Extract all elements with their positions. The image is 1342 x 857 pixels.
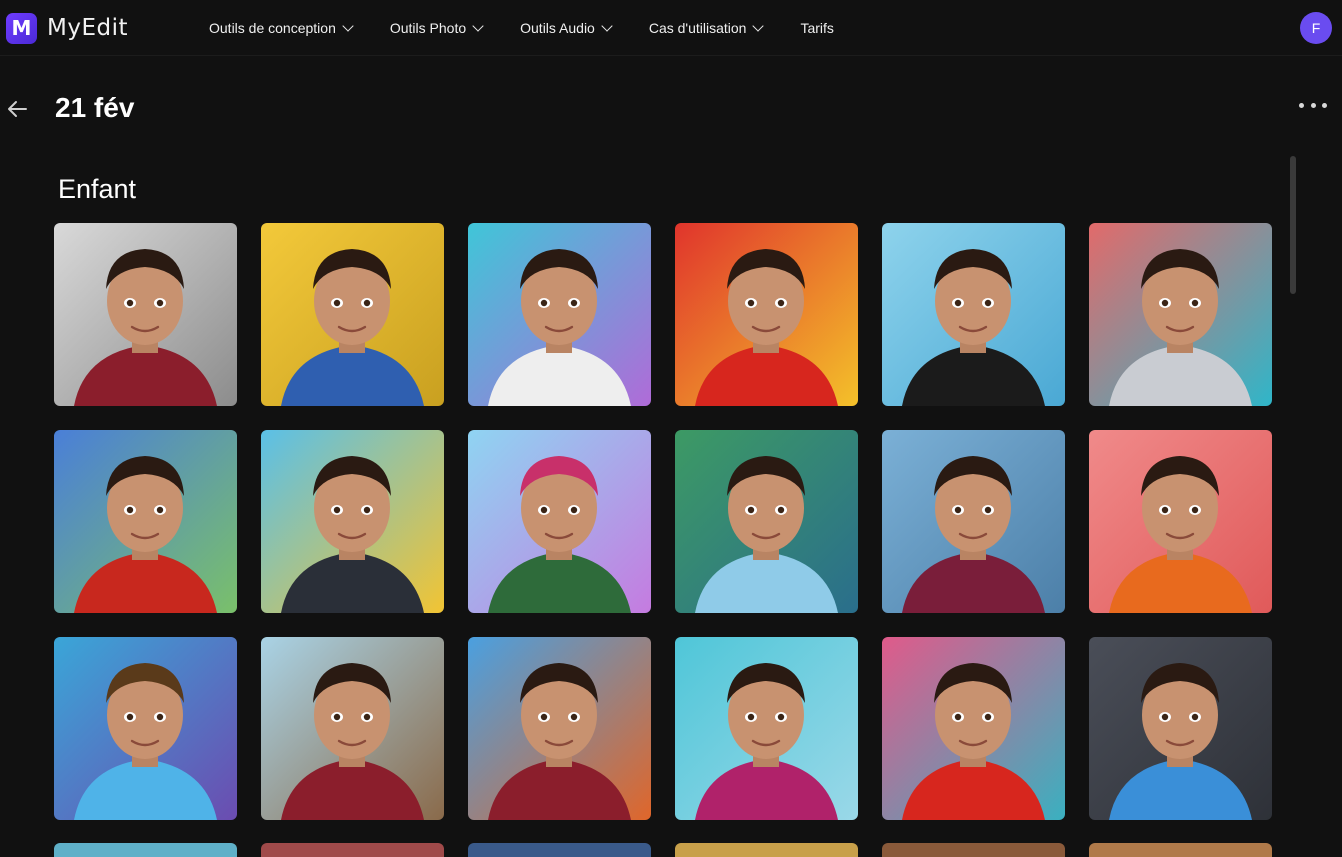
- portrait-image: [1089, 637, 1272, 820]
- portrait-thumbnail[interactable]: [882, 223, 1065, 406]
- main-nav: Outils de conception Outils Photo Outils…: [209, 0, 872, 56]
- portrait-image: [261, 637, 444, 820]
- portrait-thumbnail[interactable]: [54, 637, 237, 820]
- portrait-image: [468, 223, 651, 406]
- portrait-image: [261, 430, 444, 613]
- nav-use-cases[interactable]: Cas d'utilisation: [648, 20, 765, 36]
- portrait-thumbnail[interactable]: [882, 430, 1065, 613]
- logo-text: MyEdit: [47, 15, 128, 41]
- nav-design-tools[interactable]: Outils de conception: [209, 20, 354, 36]
- nav-label: Outils Audio: [520, 20, 595, 36]
- portrait-thumbnail[interactable]: [54, 430, 237, 613]
- portrait-image: [468, 637, 651, 820]
- portrait-image: [675, 637, 858, 820]
- chevron-down-icon: [472, 20, 484, 32]
- portrait-image: [261, 223, 444, 406]
- chevron-down-icon: [752, 20, 765, 32]
- user-avatar[interactable]: F: [1300, 12, 1332, 44]
- portrait-thumbnail[interactable]: [675, 223, 858, 406]
- portrait-thumbnail[interactable]: [675, 637, 858, 820]
- portrait-thumbnail-partial[interactable]: [882, 843, 1065, 857]
- next-row-peek: [54, 843, 1272, 857]
- portrait-thumbnail[interactable]: [261, 223, 444, 406]
- nav-label: Tarifs: [800, 20, 834, 36]
- portrait-image: [675, 430, 858, 613]
- portrait-thumbnail[interactable]: [468, 223, 651, 406]
- portrait-thumbnail[interactable]: [882, 637, 1065, 820]
- myedit-logo-icon: M: [6, 12, 37, 44]
- portrait-thumbnail-partial[interactable]: [675, 843, 858, 857]
- chevron-down-icon: [601, 20, 613, 32]
- portrait-image: [54, 637, 237, 820]
- nav-photo-tools[interactable]: Outils Photo: [389, 20, 484, 36]
- top-navigation: M MyEdit Outils de conception Outils Pho…: [0, 0, 1342, 56]
- portrait-thumbnail[interactable]: [468, 430, 651, 613]
- portrait-thumbnail-partial[interactable]: [261, 843, 444, 857]
- portrait-thumbnail[interactable]: [1089, 430, 1272, 613]
- portrait-thumbnail[interactable]: [261, 637, 444, 820]
- portrait-image: [1089, 430, 1272, 613]
- image-grid: [54, 223, 1272, 820]
- nav-audio-tools[interactable]: Outils Audio: [520, 20, 613, 36]
- chevron-down-icon: [342, 20, 354, 32]
- portrait-thumbnail[interactable]: [1089, 637, 1272, 820]
- portrait-image: [54, 430, 237, 613]
- portrait-thumbnail-partial[interactable]: [54, 843, 237, 857]
- myedit-logo[interactable]: M MyEdit: [6, 12, 128, 44]
- portrait-image: [54, 223, 237, 406]
- portrait-image: [882, 430, 1065, 613]
- portrait-image: [675, 223, 858, 406]
- back-arrow-icon[interactable]: [4, 96, 30, 122]
- section-title: Enfant: [58, 174, 137, 204]
- more-options-icon[interactable]: [1299, 96, 1327, 114]
- portrait-thumbnail[interactable]: [261, 430, 444, 613]
- portrait-thumbnail-partial[interactable]: [468, 843, 651, 857]
- portrait-image: [1089, 223, 1272, 406]
- page-title: 21 fév: [55, 92, 135, 123]
- nav-label: Outils de conception: [209, 20, 336, 36]
- portrait-thumbnail-partial[interactable]: [1089, 843, 1272, 857]
- portrait-thumbnail[interactable]: [468, 637, 651, 820]
- scrollbar[interactable]: [1290, 156, 1296, 294]
- nav-pricing[interactable]: Tarifs: [800, 20, 833, 36]
- portrait-image: [468, 430, 651, 613]
- portrait-thumbnail[interactable]: [1089, 223, 1272, 406]
- nav-label: Cas d'utilisation: [648, 20, 747, 36]
- portrait-thumbnail[interactable]: [54, 223, 237, 406]
- portrait-image: [882, 223, 1065, 406]
- nav-label: Outils Photo: [389, 20, 467, 36]
- portrait-thumbnail[interactable]: [675, 430, 858, 613]
- portrait-image: [882, 637, 1065, 820]
